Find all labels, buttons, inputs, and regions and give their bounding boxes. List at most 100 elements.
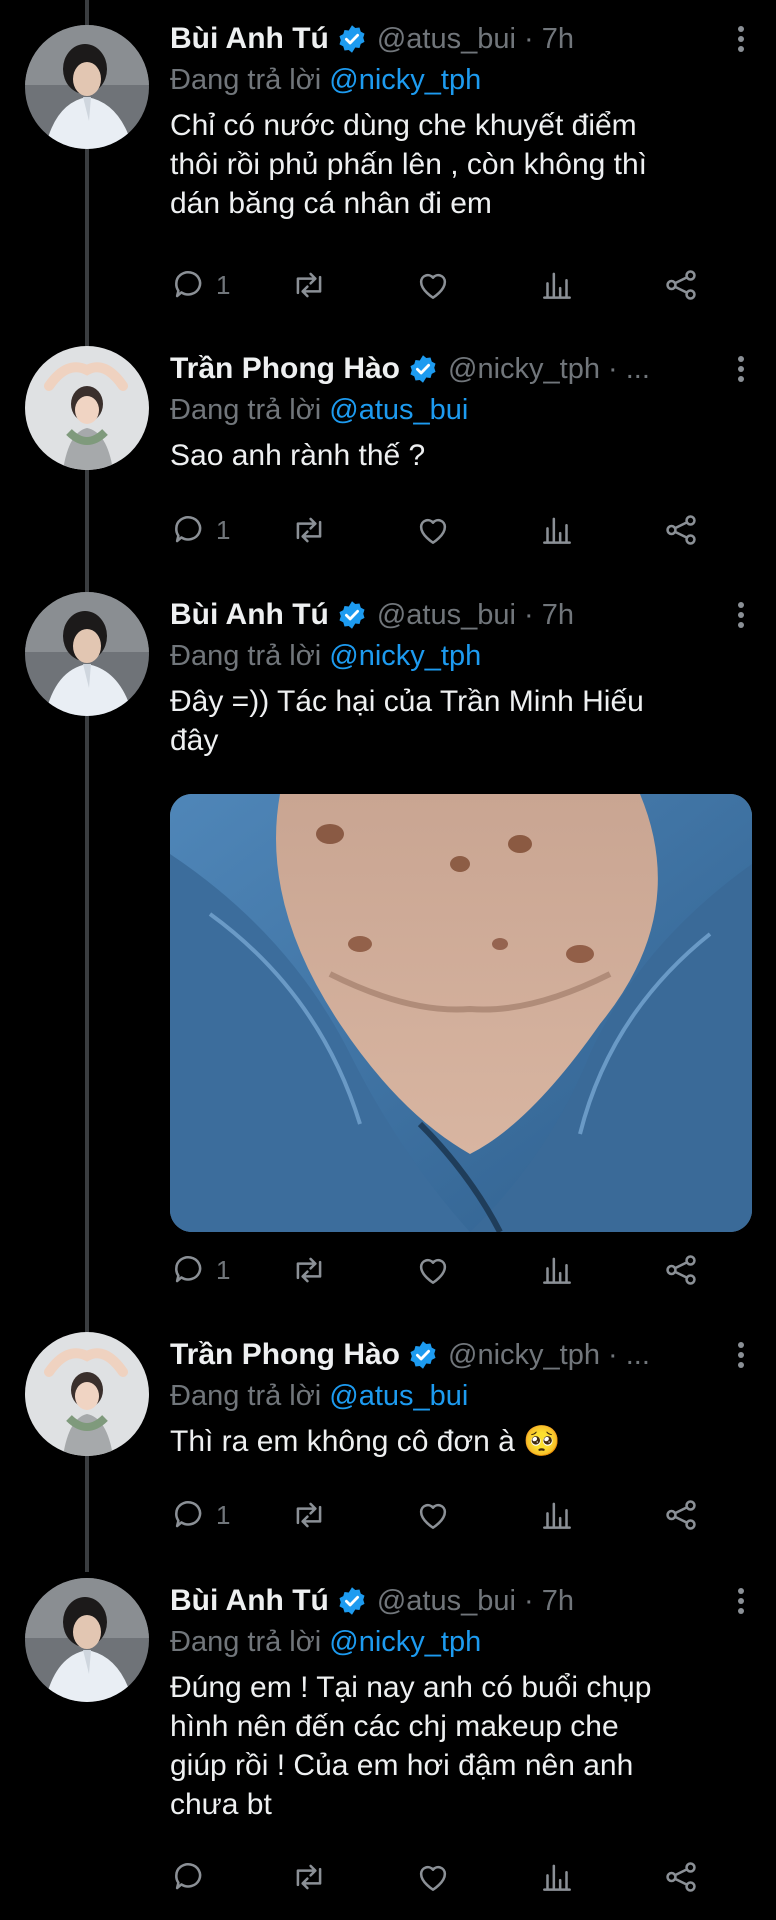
more-vertical-icon[interactable] (726, 1580, 756, 1622)
reply-button[interactable]: 1 (170, 263, 230, 307)
avatar-bui-anh-tu (25, 25, 149, 149)
analytics-icon (543, 517, 571, 544)
avatar[interactable] (25, 346, 149, 470)
heart-icon (419, 273, 447, 299)
analytics-icon (543, 1502, 571, 1529)
reply-icon (175, 1501, 202, 1528)
reply-prefix: Đang trả lời (170, 1626, 330, 1658)
avatar[interactable] (25, 25, 149, 149)
share-icon (666, 270, 696, 300)
tweet-text: Đúng em ! Tại nay anh có buổi chụp hình … (170, 1671, 652, 1821)
views-button[interactable] (538, 1855, 576, 1899)
like-button[interactable] (414, 1855, 452, 1899)
author-name[interactable]: Bùi Anh Tú (170, 1584, 329, 1618)
retweet-icon (296, 272, 322, 298)
reply-button[interactable]: 1 (170, 508, 230, 552)
like-button[interactable] (414, 1248, 452, 1292)
tweet-actions: 1 (170, 263, 752, 307)
author-name[interactable]: Bùi Anh Tú (170, 22, 329, 56)
heart-icon (419, 1503, 447, 1529)
views-button[interactable] (538, 263, 576, 307)
more-vertical-icon[interactable] (726, 348, 756, 390)
tweet-text: Sao anh rành thế ? (170, 439, 426, 472)
reply-mention[interactable]: @atus_bui (329, 394, 468, 426)
reply-button[interactable] (170, 1855, 216, 1899)
verified-badge-icon (410, 1341, 436, 1369)
analytics-icon (543, 1864, 571, 1891)
avatar[interactable] (25, 1332, 149, 1456)
avatar[interactable] (25, 592, 149, 716)
like-button[interactable] (414, 508, 452, 552)
reply-mention[interactable]: @nicky_tph (329, 64, 481, 96)
tweet-text: Thì ra em không cô đơn à 🥺 (170, 1425, 561, 1458)
reply-mention[interactable]: @nicky_tph (329, 1626, 481, 1658)
author-name[interactable]: Trần Phong Hào (170, 352, 400, 386)
tweet-actions: 1 (170, 1493, 752, 1537)
reply-prefix: Đang trả lời (170, 1380, 330, 1412)
share-icon (666, 515, 696, 545)
retweet-button[interactable] (290, 1248, 328, 1292)
heart-icon (419, 518, 447, 544)
reply-count: 1 (216, 1499, 231, 1530)
more-vertical-icon[interactable] (726, 18, 756, 60)
reply-count: 1 (216, 1254, 231, 1285)
avatar-bui-anh-tu (25, 592, 149, 716)
avatar[interactable] (25, 1578, 149, 1702)
more-vertical-icon[interactable] (726, 594, 756, 636)
reply-prefix: Đang trả lời (170, 64, 330, 96)
retweet-button[interactable] (290, 508, 328, 552)
share-button[interactable] (662, 263, 700, 307)
like-button[interactable] (414, 263, 452, 307)
retweet-icon (296, 517, 322, 543)
replying-to: Đang trả lời @nicky_tph (170, 1622, 756, 1662)
avatar-bui-anh-tu (25, 1578, 149, 1702)
reply-mention[interactable]: @nicky_tph (329, 640, 481, 672)
author-handle[interactable]: @atus_bui · 7h (377, 1585, 574, 1618)
media-photo (170, 794, 752, 1232)
replying-to: Đang trả lời @nicky_tph (170, 60, 756, 100)
author-handle[interactable]: @atus_bui · 7h (377, 599, 574, 632)
views-button[interactable] (538, 1248, 576, 1292)
reply-mention[interactable]: @atus_bui (329, 1380, 468, 1412)
verified-badge-icon (339, 1587, 365, 1615)
retweet-button[interactable] (290, 1493, 328, 1537)
author-name[interactable]: Trần Phong Hào (170, 1338, 400, 1372)
reply-count: 1 (216, 269, 231, 300)
avatar-tran-phong-hao (25, 1332, 149, 1456)
reply-button[interactable]: 1 (170, 1248, 230, 1292)
share-button[interactable] (662, 508, 700, 552)
tweet-actions (170, 1855, 752, 1899)
author-name[interactable]: Bùi Anh Tú (170, 598, 329, 632)
author-handle[interactable]: @nicky_tph · ... (448, 1339, 650, 1372)
retweet-button[interactable] (290, 263, 328, 307)
replying-to: Đang trả lời @atus_bui (170, 390, 756, 430)
analytics-icon (543, 1257, 571, 1284)
replying-to: Đang trả lời @atus_bui (170, 1376, 756, 1416)
share-button[interactable] (662, 1493, 700, 1537)
reply-icon (175, 516, 202, 543)
heart-icon (419, 1865, 447, 1891)
share-icon (666, 1255, 696, 1285)
reply-button[interactable]: 1 (170, 1493, 230, 1537)
tweet-actions: 1 (170, 1248, 752, 1292)
retweet-button[interactable] (290, 1855, 328, 1899)
reply-icon (175, 1256, 202, 1283)
replying-to: Đang trả lời @nicky_tph (170, 636, 756, 676)
views-button[interactable] (538, 1493, 576, 1537)
analytics-icon (543, 272, 571, 299)
retweet-icon (296, 1864, 322, 1890)
more-vertical-icon[interactable] (726, 1334, 756, 1376)
author-handle[interactable]: @atus_bui · 7h (377, 23, 574, 56)
views-button[interactable] (538, 508, 576, 552)
tweet-actions: 1 (170, 508, 752, 552)
avatar-tran-phong-hao (25, 346, 149, 470)
share-button[interactable] (662, 1855, 700, 1899)
share-icon (666, 1500, 696, 1530)
author-handle[interactable]: @nicky_tph · ... (448, 353, 650, 386)
reply-prefix: Đang trả lời (170, 394, 330, 426)
heart-icon (419, 1258, 447, 1284)
tweet-media-image[interactable] (170, 794, 752, 1232)
share-button[interactable] (662, 1248, 700, 1292)
like-button[interactable] (414, 1493, 452, 1537)
retweet-icon (296, 1502, 322, 1528)
